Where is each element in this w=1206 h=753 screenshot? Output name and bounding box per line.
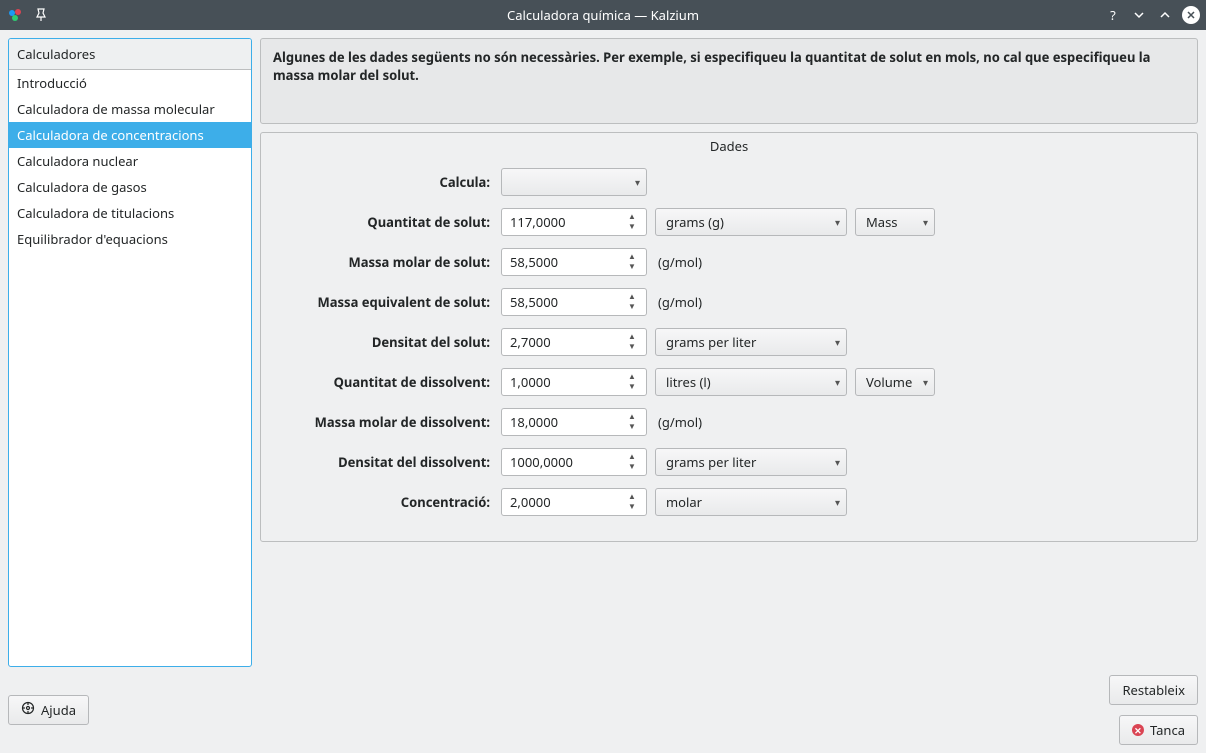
amt-solvent-dim-combo[interactable]: Volume ▾ bbox=[855, 368, 935, 396]
mm-solvent-unit: (g/mol) bbox=[654, 407, 848, 437]
close-icon[interactable] bbox=[1182, 6, 1200, 24]
minimize-icon[interactable] bbox=[1130, 6, 1148, 24]
amt-solvent-input[interactable]: 1,0000 ▲▼ bbox=[501, 368, 647, 396]
sidebar-header: Calculadores bbox=[9, 39, 251, 70]
sidebar: Calculadores IntroduccióCalculadora de m… bbox=[8, 38, 252, 667]
mm-solute-unit: (g/mol) bbox=[654, 247, 848, 277]
me-solute-unit: (g/mol) bbox=[654, 287, 848, 317]
sidebar-item[interactable]: Introducció bbox=[9, 70, 251, 96]
conc-input[interactable]: 2,0000 ▲▼ bbox=[501, 488, 647, 516]
conc-label: Concentració: bbox=[279, 487, 494, 517]
mm-solute-label: Massa molar de solut: bbox=[279, 247, 494, 277]
amt-solute-unit-combo[interactable]: grams (g) ▾ bbox=[655, 208, 847, 236]
close-button-label: Tanca bbox=[1150, 721, 1185, 739]
help-button-icon bbox=[21, 701, 35, 719]
pin-icon[interactable] bbox=[32, 6, 50, 24]
data-group: Dades Calcula: ▾ Quantitat de bbox=[260, 132, 1198, 542]
app-icon bbox=[6, 6, 24, 24]
chevron-down-icon: ▾ bbox=[923, 375, 928, 389]
chevron-down-icon: ▾ bbox=[835, 375, 840, 389]
den-solvent-label: Densitat del dissolvent: bbox=[279, 447, 494, 477]
amt-solvent-unit-combo[interactable]: litres (l) ▾ bbox=[655, 368, 847, 396]
mm-solvent-label: Massa molar de dissolvent: bbox=[279, 407, 494, 437]
window-title: Calculadora química — Kalzium bbox=[507, 6, 699, 24]
den-solute-label: Densitat del solut: bbox=[279, 327, 494, 357]
close-button-icon: ✕ bbox=[1132, 724, 1144, 736]
conc-unit-combo[interactable]: molar ▾ bbox=[655, 488, 847, 516]
den-solute-unit-combo[interactable]: grams per liter ▾ bbox=[655, 328, 847, 356]
chevron-down-icon: ▾ bbox=[835, 495, 840, 509]
reset-button-label: Restableix bbox=[1122, 681, 1185, 699]
amt-solvent-label: Quantitat de dissolvent: bbox=[279, 367, 494, 397]
info-box: Algunes de les dades següents no són nec… bbox=[260, 38, 1198, 124]
chevron-down-icon: ▾ bbox=[635, 175, 640, 189]
maximize-icon[interactable] bbox=[1156, 6, 1174, 24]
sidebar-item[interactable]: Calculadora nuclear bbox=[9, 148, 251, 174]
sidebar-item[interactable]: Calculadora de concentracions bbox=[9, 122, 251, 148]
amt-solute-dim-combo[interactable]: Mass ▾ bbox=[855, 208, 935, 236]
help-icon[interactable]: ? bbox=[1104, 6, 1122, 24]
calc-combo[interactable]: ▾ bbox=[501, 168, 647, 196]
chevron-down-icon: ▾ bbox=[835, 335, 840, 349]
me-solute-label: Massa equivalent de solut: bbox=[279, 287, 494, 317]
mm-solute-input[interactable]: 58,5000 ▲▼ bbox=[501, 248, 647, 276]
group-title: Dades bbox=[704, 137, 754, 155]
chevron-down-icon: ▾ bbox=[835, 215, 840, 229]
calc-label: Calcula: bbox=[279, 167, 494, 197]
sidebar-item[interactable]: Calculadora de massa molecular bbox=[9, 96, 251, 122]
amt-solute-label: Quantitat de solut: bbox=[279, 207, 494, 237]
sidebar-item[interactable]: Calculadora de titulacions bbox=[9, 200, 251, 226]
close-button[interactable]: ✕ Tanca bbox=[1119, 715, 1198, 745]
den-solvent-input[interactable]: 1000,0000 ▲▼ bbox=[501, 448, 647, 476]
den-solvent-unit-combo[interactable]: grams per liter ▾ bbox=[655, 448, 847, 476]
sidebar-item[interactable]: Calculadora de gasos bbox=[9, 174, 251, 200]
help-button-label: Ajuda bbox=[41, 701, 76, 719]
amt-solute-input[interactable]: 117,0000 ▲▼ bbox=[501, 208, 647, 236]
mm-solvent-input[interactable]: 18,0000 ▲▼ bbox=[501, 408, 647, 436]
sidebar-item[interactable]: Equilibrador d'equacions bbox=[9, 226, 251, 252]
chevron-down-icon: ▾ bbox=[835, 455, 840, 469]
titlebar: Calculadora química — Kalzium ? bbox=[0, 0, 1206, 30]
me-solute-input[interactable]: 58,5000 ▲▼ bbox=[501, 288, 647, 316]
help-button[interactable]: Ajuda bbox=[8, 695, 89, 725]
den-solute-input[interactable]: 2,7000 ▲▼ bbox=[501, 328, 647, 356]
chevron-down-icon: ▾ bbox=[923, 215, 928, 229]
reset-button[interactable]: Restableix bbox=[1109, 675, 1198, 705]
